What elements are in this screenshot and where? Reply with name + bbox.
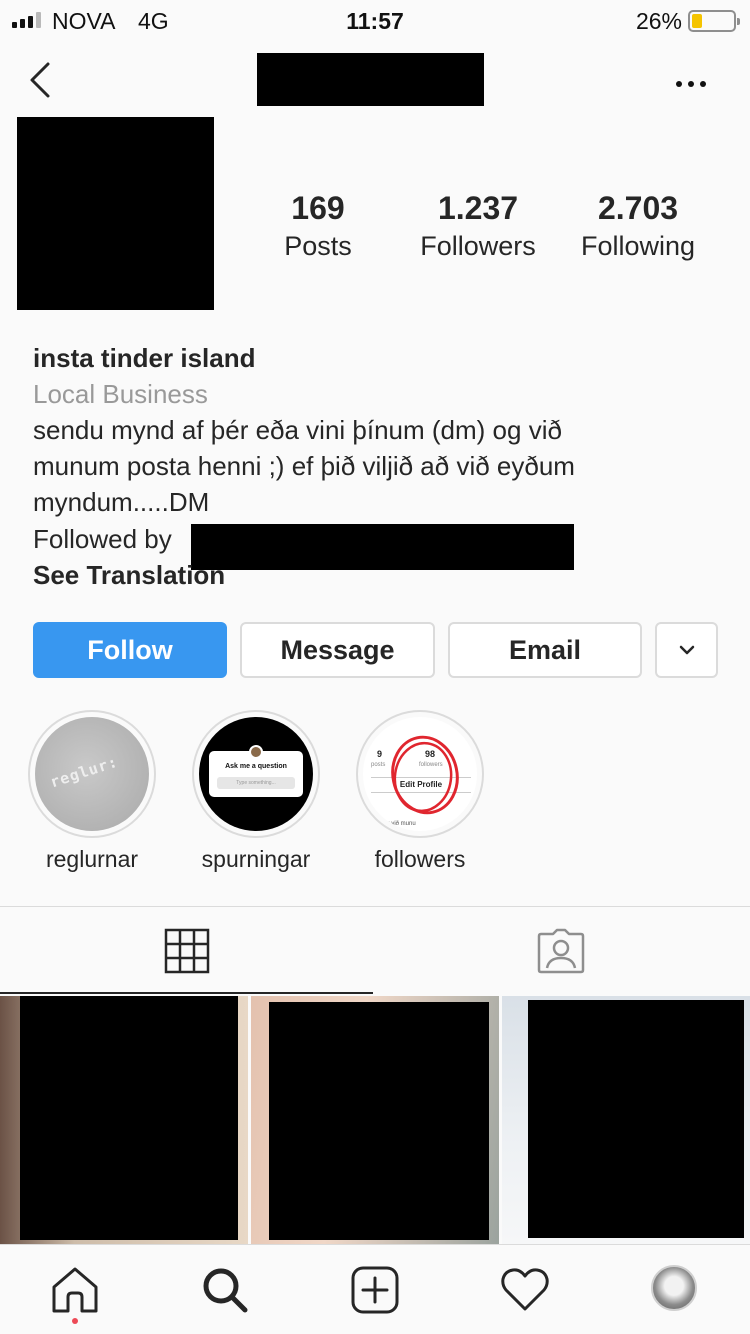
nav-profile-avatar[interactable] [651, 1265, 697, 1311]
bio-line-1: sendu mynd af þér eða vini þínum (dm) og… [33, 415, 562, 445]
email-button[interactable]: Email [448, 622, 642, 678]
tab-tagged[interactable] [537, 928, 585, 974]
following-label: Following [580, 231, 696, 261]
followers-count: 1.237 [437, 190, 519, 226]
nav-home[interactable] [50, 1265, 100, 1315]
profile-category: Local Business [33, 379, 208, 409]
post-thumbnail[interactable] [502, 996, 750, 1244]
highlight-followers[interactable]: 9 posts 98 followers Edit Profile (dm) o… [356, 710, 484, 873]
nav-search[interactable] [200, 1265, 250, 1315]
chevron-left-icon [30, 62, 50, 98]
tagged-person-icon [537, 928, 585, 974]
highlight-cover-ring: reglur: [28, 710, 156, 838]
bio-line-2: munum posta henni ;) ef þið viljið að vi… [33, 451, 575, 481]
status-bar: NOVA 4G 11:57 26% [0, 0, 750, 40]
post-redacted [528, 1000, 744, 1238]
message-button[interactable]: Message [240, 622, 435, 678]
nav-add-post[interactable] [350, 1265, 400, 1315]
active-tab-indicator [0, 992, 373, 994]
bio-line-3: myndum.....DM [33, 487, 210, 517]
post-thumbnail[interactable] [0, 996, 248, 1244]
back-button[interactable] [26, 60, 62, 100]
profile-picture-redacted[interactable] [17, 117, 214, 310]
posts-label: Posts [284, 231, 352, 261]
highlight-cover-text: reglur: [47, 752, 121, 792]
post-thumbnail[interactable] [251, 996, 499, 1244]
red-scribble-circle [391, 735, 459, 815]
redacted-followed-by-names[interactable] [191, 524, 574, 570]
profile-name: insta tinder island [33, 343, 256, 373]
stat-following[interactable]: 2.703 Following [558, 188, 718, 264]
more-horizontal-icon [676, 81, 682, 87]
nav-activity[interactable] [500, 1265, 550, 1315]
battery-icon [688, 10, 740, 32]
highlight-cover-ring: 9 posts 98 followers Edit Profile (dm) o… [356, 710, 484, 838]
grid-icon [164, 928, 210, 974]
suggestions-dropdown-button[interactable] [655, 622, 718, 678]
posts-count: 169 [291, 190, 345, 226]
chevron-down-icon [679, 645, 694, 655]
stat-followers[interactable]: 1.237 Followers [398, 188, 558, 264]
highlight-spurningar[interactable]: Ask me a question Type something... spur… [192, 710, 320, 873]
heart-icon [501, 1268, 549, 1311]
followers-label: Followers [420, 231, 536, 261]
bottom-navigation [0, 1244, 750, 1334]
profile-bio: insta tinder island Local Business sendu… [33, 340, 723, 520]
highlight-reglurnar[interactable]: reglur: reglurnar [28, 710, 156, 873]
add-post-icon [351, 1266, 399, 1314]
question-sticker-input: Type something... [217, 777, 295, 789]
stat-posts[interactable]: 169 Posts [238, 188, 398, 264]
following-count: 2.703 [597, 190, 679, 226]
search-icon [203, 1268, 248, 1313]
highlight-cover-ring: Ask me a question Type something... [192, 710, 320, 838]
see-translation-link[interactable]: See Translation [33, 557, 225, 593]
post-redacted [20, 996, 238, 1240]
highlight-cover: reglur: [35, 717, 149, 831]
highlight-cover: Ask me a question Type something... [199, 717, 313, 831]
battery-percent: 26% [635, 8, 682, 34]
highlight-label: followers [374, 846, 466, 872]
post-redacted [269, 1002, 489, 1240]
followed-by-label: Followed by [33, 524, 172, 554]
question-sticker-avatar [249, 745, 263, 759]
redacted-username [257, 53, 484, 106]
notification-dot [72, 1318, 78, 1324]
follow-button[interactable]: Follow [33, 622, 227, 678]
question-sticker-title: Ask me a question [225, 763, 287, 770]
tabs-divider [0, 906, 750, 907]
home-icon [52, 1267, 98, 1313]
tab-grid[interactable] [164, 928, 210, 974]
highlight-cover: 9 posts 98 followers Edit Profile (dm) o… [363, 717, 477, 831]
more-options-button[interactable] [676, 72, 712, 96]
